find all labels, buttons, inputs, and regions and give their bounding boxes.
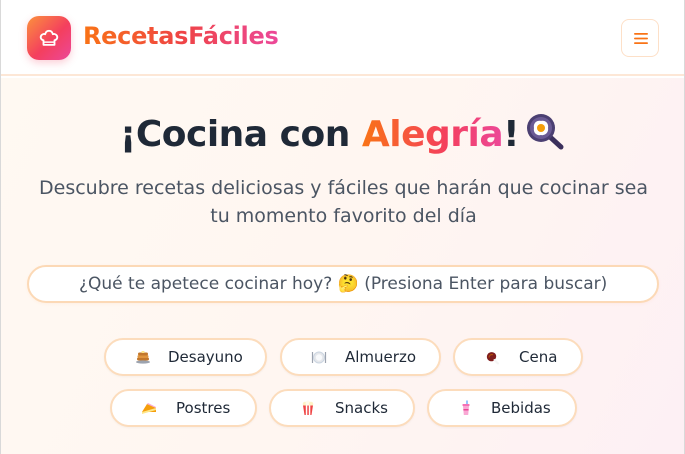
hero-section: ¡Cocina con Alegría! Descubre recetas de… bbox=[1, 78, 684, 454]
category-chip-bebidas[interactable]: Bebidas bbox=[427, 389, 577, 427]
meat-icon bbox=[486, 352, 499, 365]
category-label-cena: Cena bbox=[519, 348, 558, 366]
recipe-search-input[interactable] bbox=[29, 267, 657, 301]
drink-icon bbox=[462, 400, 470, 415]
hero-subtitle: Descubre recetas deliciosas y fáciles qu… bbox=[39, 177, 648, 227]
title-accent: Alegría bbox=[361, 114, 504, 155]
app-window: RecetasFáciles ¡Cocina con Alegría! Desc… bbox=[0, 0, 685, 454]
category-label-almuerzo: Almuerzo bbox=[345, 348, 416, 366]
chef-hat-icon bbox=[39, 29, 59, 46]
brand-name[interactable]: RecetasFáciles bbox=[83, 19, 279, 53]
category-label-postres: Postres bbox=[176, 399, 231, 417]
category-chip-cena[interactable]: Cena bbox=[453, 338, 583, 376]
category-chip-almuerzo[interactable]: Almuerzo bbox=[280, 338, 441, 376]
plate-icon bbox=[311, 351, 327, 364]
hamburger-menu-icon bbox=[634, 33, 648, 44]
top-navbar: RecetasFáciles bbox=[1, 0, 684, 76]
title-prefix: ¡Cocina con bbox=[119, 114, 362, 155]
category-label-snacks: Snacks bbox=[335, 399, 388, 417]
brand-logo[interactable] bbox=[27, 16, 71, 60]
pancakes-icon bbox=[136, 351, 150, 364]
popcorn-icon bbox=[302, 400, 314, 415]
category-chip-desayuno[interactable]: Desayuno bbox=[104, 338, 267, 376]
title-suffix: ! bbox=[503, 114, 520, 155]
recipe-search-box bbox=[27, 265, 659, 303]
category-label-desayuno: Desayuno bbox=[168, 348, 243, 366]
category-chip-snacks[interactable]: Snacks bbox=[269, 389, 415, 427]
menu-button[interactable] bbox=[621, 19, 659, 57]
category-chip-postres[interactable]: Postres bbox=[110, 389, 257, 427]
frying-pan-egg-icon bbox=[525, 112, 565, 162]
page-title: ¡Cocina con Alegría! bbox=[1, 112, 684, 162]
cake-icon bbox=[142, 403, 156, 414]
category-label-bebidas: Bebidas bbox=[491, 399, 551, 417]
